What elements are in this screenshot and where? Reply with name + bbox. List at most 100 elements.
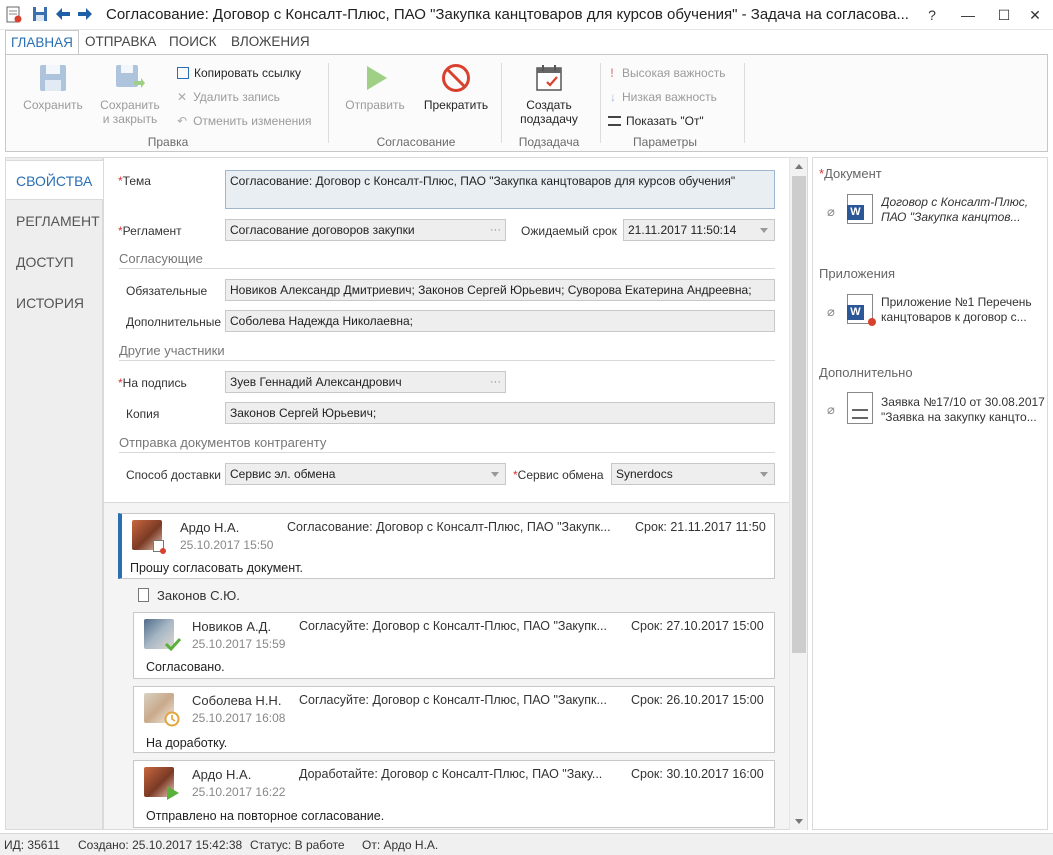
minimize-button[interactable]: — <box>950 0 986 30</box>
ellipsis-button[interactable]: ··· <box>490 220 501 240</box>
extra-attachment[interactable]: ⌀ Заявка №17/10 от 30.08.2017 "Заявка на… <box>825 390 1045 428</box>
appendices-section-title: Приложения <box>819 266 896 281</box>
title-bar: Согласование: Договор с Консалт-Плюс, ПА… <box>0 0 1053 30</box>
approvers-section-title: Согласующие <box>119 251 203 266</box>
send-label: Отправить <box>345 98 405 112</box>
sign-field[interactable]: Зуев Геннадий Александрович ··· <box>225 371 506 393</box>
low-importance-button[interactable]: ↓ Низкая важность <box>610 90 717 104</box>
reglament-value: Согласование договоров закупки <box>230 223 415 237</box>
appendix-name-line2: канцтоваров к договор с... <box>881 310 1027 324</box>
thread-author: Ардо Н.А. <box>192 767 252 782</box>
ellipsis-button[interactable]: ··· <box>490 372 501 392</box>
low-importance-label: Низкая важность <box>622 90 717 104</box>
document-section-title: *Документ <box>819 166 882 181</box>
appendix-attachment[interactable]: ⌀ W Приложение №1 Перечень канцтоваров к… <box>825 292 1045 328</box>
ribbon-separator <box>744 63 745 143</box>
create-subtask-button[interactable]: Создать подзадачу <box>511 63 587 126</box>
nav-reglament[interactable]: РЕГЛАМЕНТ <box>6 201 104 241</box>
mandatory-field[interactable]: Новиков Александр Дмитриевич; Законов Се… <box>225 279 775 301</box>
additional-label: Дополнительные <box>126 315 221 329</box>
app-icon <box>6 6 22 24</box>
show-from-button[interactable]: Показать "От" <box>608 114 704 128</box>
copy-link-icon <box>177 67 189 79</box>
service-value: Synerdocs <box>616 467 673 481</box>
copy-value: Законов Сергей Юрьевич; <box>230 406 377 420</box>
due-field[interactable]: 21.11.2017 11:50:14 <box>623 219 775 241</box>
task-badge-icon <box>153 540 166 554</box>
show-from-label: Показать "От" <box>626 114 704 128</box>
tab-search[interactable]: ПОИСК <box>164 30 222 54</box>
thread-card-main[interactable]: Ардо Н.А. 25.10.2017 15:50 Согласование:… <box>118 513 775 579</box>
thread-card-reply[interactable]: Новиков А.Д. 25.10.2017 15:59 Согласуйте… <box>133 612 775 679</box>
group-label-pravka: Правка <box>147 135 189 149</box>
additional-field[interactable]: Соболева Надежда Николаевна; <box>225 310 775 332</box>
document-section-text: Документ <box>824 166 882 181</box>
tab-main[interactable]: ГЛАВНАЯ <box>5 30 79 54</box>
save-icon <box>40 65 66 91</box>
thread-subject: Доработайте: Договор с Консалт-Плюс, ПАО… <box>299 767 603 781</box>
side-nav: СВОЙСТВА РЕГЛАМЕНТ ДОСТУП ИСТОРИЯ <box>5 157 105 830</box>
delivery-dropdown[interactable]: Сервис эл. обмена <box>225 463 506 485</box>
sign-label: *На подпись <box>118 376 187 390</box>
group-label-parametry: Параметры <box>633 135 697 149</box>
undo-changes-button[interactable]: ↶ Отменить изменения <box>177 114 312 128</box>
thread-due: Срок: 27.10.2017 15:00 <box>631 619 764 633</box>
thread-author: Новиков А.Д. <box>192 619 272 634</box>
nav-history[interactable]: ИСТОРИЯ <box>6 283 104 323</box>
save-label: Сохранить <box>23 98 83 112</box>
ribbon-separator <box>328 63 329 143</box>
save-close-label-2: и закрыть <box>102 112 158 126</box>
appendix-name-line1: Приложение №1 Перечень <box>881 295 1032 309</box>
send-button[interactable]: Отправить <box>340 63 410 112</box>
stop-button[interactable]: Прекратить <box>418 63 494 112</box>
tab-attachments[interactable]: ВЛОЖЕНИЯ <box>226 30 315 54</box>
section-divider <box>119 452 775 453</box>
additional-value: Соболева Надежда Николаевна; <box>230 314 413 328</box>
ribbon-panel: Сохранить Сохранить и закрыть Копировать… <box>5 54 1048 152</box>
document-name-line1: Договор с Консалт-Плюс, <box>881 195 1029 209</box>
subject-field[interactable]: Согласование: Договор с Консалт-Плюс, ПА… <box>225 170 775 209</box>
forward-arrow-icon[interactable] <box>77 7 93 24</box>
thread-card-reply[interactable]: Ардо Н.А. 25.10.2017 16:22 Доработайте: … <box>133 760 775 828</box>
close-button[interactable]: ✕ <box>1017 0 1053 30</box>
thread-due: Срок: 21.11.2017 11:50 <box>635 520 766 534</box>
back-arrow-icon[interactable] <box>55 7 71 24</box>
help-button[interactable]: ? <box>914 0 950 30</box>
copy-link-button[interactable]: Копировать ссылку <box>177 66 301 80</box>
list-icon <box>608 116 621 126</box>
reglament-label: *Регламент <box>118 224 182 238</box>
word-document-icon: W <box>847 194 873 224</box>
reglament-field[interactable]: Согласование договоров закупки ··· <box>225 219 506 241</box>
quick-save-icon[interactable] <box>32 6 48 25</box>
thread-subject: Согласование: Договор с Консалт-Плюс, ПА… <box>287 520 611 534</box>
reglament-label-text: Регламент <box>122 224 182 238</box>
delivery-value: Сервис эл. обмена <box>230 467 336 481</box>
scroll-down-arrow[interactable] <box>795 819 803 824</box>
section-divider <box>119 360 775 361</box>
high-importance-button[interactable]: ! Высокая важность <box>610 66 725 80</box>
delete-record-button[interactable]: ✕ Удалить запись <box>177 90 280 104</box>
high-importance-label: Высокая важность <box>622 66 726 80</box>
status-from: От: Ардо Н.А. <box>362 838 439 852</box>
save-button[interactable]: Сохранить <box>16 63 90 112</box>
ribbon-separator <box>501 63 502 143</box>
service-dropdown[interactable]: Synerdocs <box>611 463 775 485</box>
scroll-thumb[interactable] <box>792 176 806 653</box>
save-close-button[interactable]: Сохранить и закрыть <box>92 63 168 126</box>
thread-card-reply[interactable]: Соболева Н.Н. 25.10.2017 16:08 Согласуйт… <box>133 686 775 753</box>
document-attachment[interactable]: ⌀ W Договор с Консалт-Плюс, ПАО "Закупка… <box>825 192 1045 228</box>
tab-send[interactable]: ОТПРАВКА <box>80 30 161 54</box>
thread-message: Отправлено на повторное согласование. <box>146 809 385 823</box>
calendar-check-icon <box>536 65 562 91</box>
copy-link-label: Копировать ссылку <box>194 66 301 80</box>
rework-clock-icon <box>164 711 180 727</box>
extra-name-line2: "Заявка на закупку канцто... <box>881 410 1037 424</box>
nav-access[interactable]: ДОСТУП <box>6 242 104 282</box>
thread-due: Срок: 30.10.2017 16:00 <box>631 767 764 781</box>
nav-properties[interactable]: СВОЙСТВА <box>6 160 105 200</box>
copy-field[interactable]: Законов Сергей Юрьевич; <box>225 402 775 424</box>
sign-value: Зуев Геннадий Александрович <box>230 375 402 389</box>
thread-author: Соболева Н.Н. <box>192 693 282 708</box>
vertical-scrollbar[interactable] <box>789 158 807 830</box>
scroll-up-arrow[interactable] <box>795 164 803 169</box>
